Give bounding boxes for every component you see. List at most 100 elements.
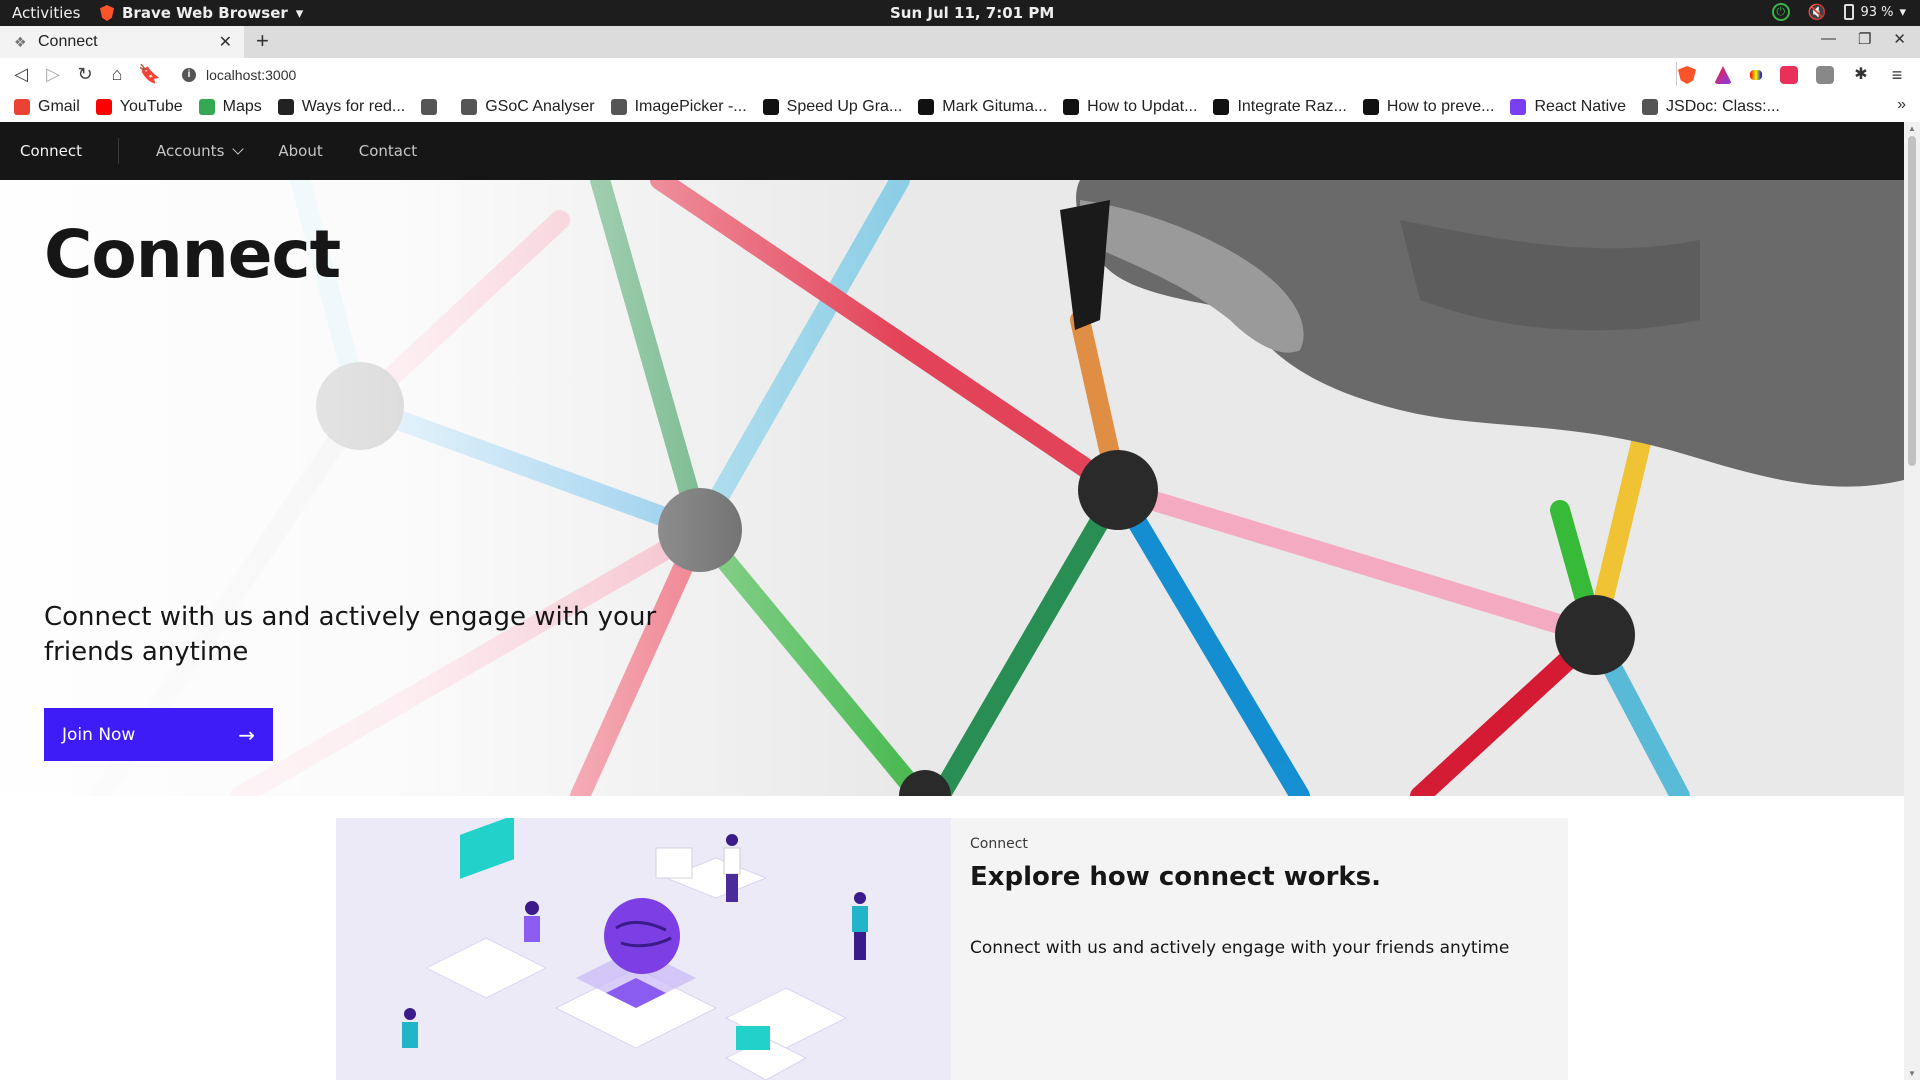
image-extension-icon[interactable] <box>1816 66 1834 84</box>
reload-icon[interactable]: ↻ <box>74 64 96 85</box>
battery-percent: 93 % <box>1860 4 1894 20</box>
tab-connect[interactable]: ❖ Connect ✕ <box>0 26 244 58</box>
scrollbar-thumb[interactable] <box>1908 136 1916 466</box>
hero-title: Connect <box>44 216 341 293</box>
bookmark-label: React Native <box>1534 98 1627 115</box>
tab-title: Connect <box>38 33 98 50</box>
nav-accounts-label: Accounts <box>156 142 225 160</box>
hero-subtitle: Connect with us and actively engage with… <box>44 602 657 667</box>
chevron-down-icon <box>232 143 245 155</box>
site-brand[interactable]: Connect <box>20 142 82 160</box>
clock[interactable]: Sun Jul 11, 7:01 PM <box>890 4 1054 22</box>
address-bar[interactable]: i localhost:3000 <box>172 62 1676 88</box>
new-tab-button[interactable]: + <box>256 28 269 54</box>
bookmark-label: ImagePicker -... <box>634 98 747 115</box>
battery-icon <box>1844 4 1855 20</box>
bookmark-label: Speed Up Gra... <box>786 98 903 115</box>
bookmark-item[interactable]: YouTube <box>95 98 183 116</box>
bookmark-label: How to preve... <box>1386 98 1495 115</box>
bookmark-item[interactable]: Ways for red... <box>277 98 406 116</box>
globe-icon <box>421 99 438 115</box>
minimize-icon[interactable]: — <box>1821 30 1836 48</box>
power-icon[interactable]: ⏻ <box>1771 3 1790 21</box>
bookmark-label: Ways for red... <box>301 98 406 115</box>
brave-icon <box>100 5 114 21</box>
bookmark-item[interactable]: Speed Up Gra... <box>762 98 903 116</box>
close-tab-icon[interactable]: ✕ <box>219 32 232 52</box>
puzzle-icon[interactable]: ✱ <box>1852 66 1870 84</box>
bookmarks-bar: Gmail YouTube Maps Ways for red... GSoC Anal… <box>0 92 1920 122</box>
menu-icon[interactable]: ≡ <box>1888 66 1906 84</box>
header-divider <box>118 138 119 164</box>
nav-contact[interactable]: Contact <box>359 142 417 160</box>
url-text[interactable]: localhost:3000 <box>206 67 296 83</box>
tab-strip: ❖ Connect ✕ + — ❐ ✕ <box>0 26 1920 58</box>
restore-icon[interactable]: ❐ <box>1858 30 1871 48</box>
site-icon <box>1362 99 1379 115</box>
bookmark-item[interactable]: Mark Gituma... <box>918 98 1047 116</box>
bookmark-item[interactable]: How to preve... <box>1362 98 1495 116</box>
brave-rewards-icon[interactable] <box>1714 66 1732 84</box>
bookmark-item[interactable]: Maps <box>198 98 262 116</box>
bookmark-item[interactable]: How to Updat... <box>1063 98 1197 116</box>
back-icon[interactable]: ◁ <box>10 64 32 85</box>
caret-down-icon: ▾ <box>1899 4 1906 20</box>
page-viewport: Connect Accounts About Contact Connect C… <box>0 122 1904 1080</box>
speaker-muted-icon[interactable]: 🔇 <box>1808 3 1827 21</box>
system-tray[interactable]: ⏻ 🔇 93 % ▾ <box>1771 3 1906 21</box>
dev-icon <box>1063 99 1080 115</box>
page-scrollbar[interactable]: ▲ ▼ <box>1904 122 1920 1080</box>
scroll-down-icon[interactable]: ▼ <box>1908 1069 1916 1078</box>
bookmark-label: GSoC Analyser <box>485 98 595 115</box>
bookmark-label: Integrate Raz... <box>1237 98 1347 115</box>
site-icon <box>277 99 294 115</box>
site-header: Connect Accounts About Contact <box>0 122 1904 180</box>
bookmark-label: How to Updat... <box>1087 98 1198 115</box>
medium-icon <box>918 99 935 115</box>
forward-icon[interactable]: ▷ <box>42 64 64 85</box>
nav-about[interactable]: About <box>278 142 322 160</box>
arrow-right-icon: → <box>238 722 255 747</box>
more-bookmarks-icon[interactable]: » <box>1897 96 1906 114</box>
site-icon <box>610 99 627 115</box>
bookmark-item[interactable]: React Native <box>1510 98 1626 116</box>
window-controls: — ❐ ✕ <box>1821 30 1906 48</box>
bookmark-item[interactable]: Integrate Raz... <box>1213 98 1347 116</box>
explore-card: Connect Explore how connect works. Conne… <box>336 818 1568 1080</box>
os-top-bar: Activities Brave Web Browser ▾ Sun Jul 1… <box>0 0 1920 26</box>
bookmark-item[interactable] <box>421 99 445 115</box>
bookmark-item[interactable]: JSDoc: Class:... <box>1642 98 1780 116</box>
chart-icon <box>461 99 478 115</box>
home-icon[interactable]: ⌂ <box>106 64 128 85</box>
brave-shields-icon[interactable] <box>1678 66 1696 84</box>
battery-indicator[interactable]: 93 % ▾ <box>1844 4 1906 20</box>
app-name: Brave Web Browser <box>122 4 288 22</box>
color-extension-icon[interactable] <box>1750 70 1762 80</box>
explore-body: Connect with us and actively engage with… <box>970 938 1510 958</box>
bookmark-item[interactable]: Gmail <box>14 98 80 116</box>
site-nav: Accounts About Contact <box>156 142 417 160</box>
bookmark-label: JSDoc: Class:... <box>1666 98 1780 115</box>
bookmark-item[interactable]: ImagePicker -... <box>610 98 747 116</box>
favicon-icon: ❖ <box>14 34 27 50</box>
isometric-illustration <box>336 818 951 1080</box>
nav-accounts[interactable]: Accounts <box>156 142 245 160</box>
bookmark-label: Maps <box>222 98 262 115</box>
bookmark-label: Gmail <box>38 98 80 115</box>
medium-icon <box>762 99 779 115</box>
scroll-up-icon[interactable]: ▲ <box>1908 124 1916 133</box>
app-menu[interactable]: Brave Web Browser ▾ <box>100 4 303 22</box>
join-now-button[interactable]: Join Now → <box>44 708 273 761</box>
bookmark-icon[interactable]: 🔖 <box>138 64 160 85</box>
explore-eyebrow: Connect <box>970 836 1028 852</box>
bookmark-item[interactable]: GSoC Analyser <box>461 98 595 116</box>
activities-button[interactable]: Activities <box>12 4 80 22</box>
red-extension-icon[interactable] <box>1780 66 1798 84</box>
extensions-area: ✱ ≡ <box>1678 66 1906 84</box>
info-icon[interactable]: i <box>182 68 196 82</box>
toolbar-divider <box>1676 62 1677 86</box>
close-window-icon[interactable]: ✕ <box>1893 30 1906 48</box>
hero: Connect Connect with us and actively eng… <box>0 180 1904 796</box>
caret-down-icon: ▾ <box>295 4 304 22</box>
dots-icon <box>1510 99 1527 115</box>
